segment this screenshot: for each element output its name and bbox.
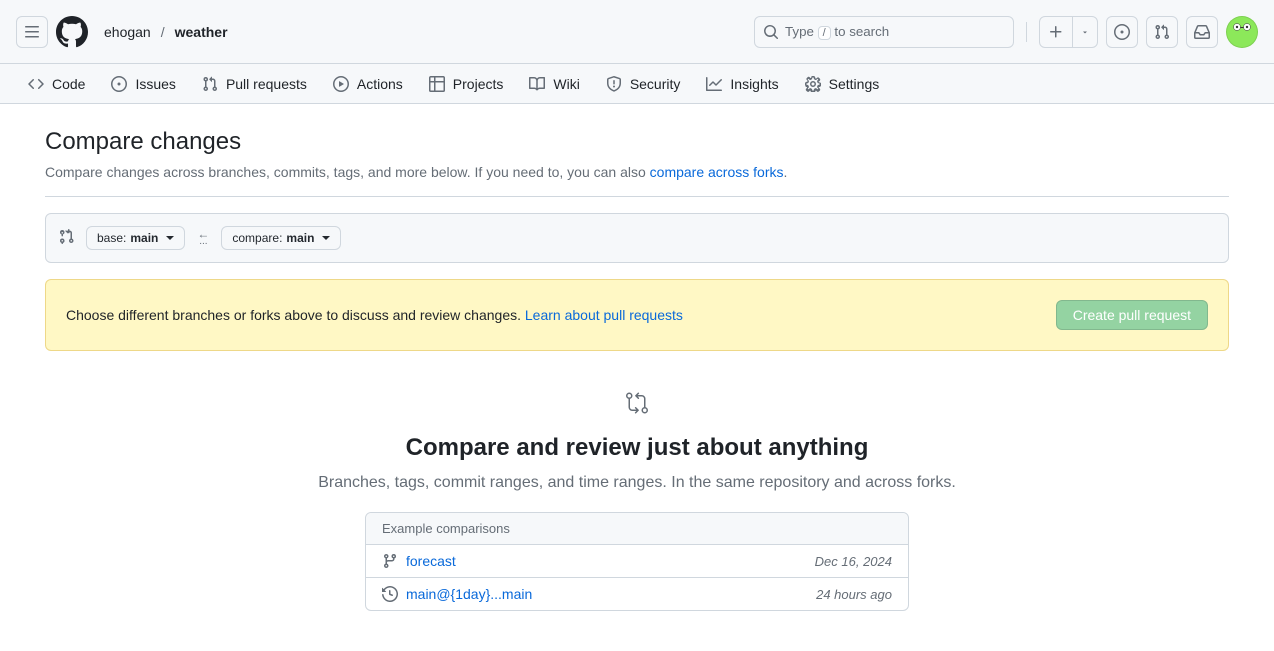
nav-code[interactable]: Code [16,68,97,100]
table-icon [429,76,445,92]
flash-text: Choose different branches or forks above… [66,307,683,323]
nav-settings[interactable]: Settings [793,68,892,100]
create-new-button[interactable] [1039,16,1098,48]
learn-pull-requests-link[interactable]: Learn about pull requests [525,307,683,323]
example-date: 24 hours ago [816,587,892,602]
flash-notice: Choose different branches or forks above… [45,279,1229,351]
page-subtitle: Compare changes across branches, commits… [45,164,1229,197]
blankslate-title: Compare and review just about anything [45,434,1229,462]
blankslate: Compare and review just about anything B… [45,375,1229,627]
nav-insights[interactable]: Insights [694,68,790,100]
breadcrumb-repo-link[interactable]: weather [175,24,228,40]
example-comparisons-header: Example comparisons [366,513,908,545]
graph-icon [706,76,722,92]
search-button[interactable]: Type / to search [754,16,1014,48]
create-new-dropdown[interactable] [1073,17,1097,47]
nav-actions[interactable]: Actions [321,68,415,100]
search-placeholder: Type / to search [785,24,889,39]
nav-issues[interactable]: Issues [99,68,187,100]
breadcrumb: ehogan / weather [104,24,228,40]
avatar-icon [1230,20,1254,44]
repo-nav: Code Issues Pull requests Actions Projec… [0,64,1274,104]
example-link[interactable]: main@{1day}...main [406,586,808,602]
page-title: Compare changes [45,128,1229,156]
git-compare-icon [58,229,74,248]
example-date: Dec 16, 2024 [815,554,892,569]
compare-branch-selector[interactable]: compare: main [221,226,341,250]
github-logo-link[interactable] [56,16,88,48]
inbox-icon [1194,24,1210,40]
caret-down-icon [166,236,174,240]
hamburger-menu-button[interactable] [16,16,48,48]
play-icon [333,76,349,92]
breadcrumb-separator: / [157,24,169,40]
issue-icon [111,76,127,92]
plus-icon [1048,24,1064,40]
triangle-down-icon [1081,28,1089,36]
shield-icon [606,76,622,92]
gear-icon [805,76,821,92]
arrow-separator: ←... [197,231,209,244]
divider [1026,22,1027,42]
notifications-button[interactable] [1186,16,1218,48]
user-avatar[interactable] [1226,16,1258,48]
nav-wiki[interactable]: Wiki [517,68,591,100]
global-header: ehogan / weather Type / to search [0,0,1274,64]
main-container: Compare changes Compare changes across b… [29,104,1245,651]
base-branch-selector[interactable]: base: main [86,226,185,250]
caret-down-icon [322,236,330,240]
nav-security[interactable]: Security [594,68,693,100]
header-actions: Type / to search [754,16,1258,48]
range-editor: base: main ←... compare: main [45,213,1229,263]
issue-opened-icon [1114,24,1130,40]
github-logo-icon [56,16,88,48]
pull-requests-header-button[interactable] [1146,16,1178,48]
issues-header-button[interactable] [1106,16,1138,48]
compare-across-forks-link[interactable]: compare across forks [650,164,784,180]
search-icon [763,24,779,40]
blankslate-description: Branches, tags, commit ranges, and time … [45,474,1229,492]
example-row: main@{1day}...main 24 hours ago [366,578,908,610]
plus-icon-part[interactable] [1040,17,1073,47]
code-icon [28,76,44,92]
git-pull-request-icon [1154,24,1170,40]
git-branch-icon [382,553,398,569]
history-icon [382,586,398,602]
breadcrumb-owner-link[interactable]: ehogan [104,24,151,40]
hamburger-icon [24,24,40,40]
example-row: forecast Dec 16, 2024 [366,545,908,578]
nav-projects[interactable]: Projects [417,68,516,100]
example-comparisons-box: Example comparisons forecast Dec 16, 202… [365,512,909,611]
git-compare-large-icon [625,391,649,418]
create-pull-request-button[interactable]: Create pull request [1056,300,1208,330]
pull-request-icon [202,76,218,92]
nav-pull-requests[interactable]: Pull requests [190,68,319,100]
book-icon [529,76,545,92]
example-link[interactable]: forecast [406,553,807,569]
